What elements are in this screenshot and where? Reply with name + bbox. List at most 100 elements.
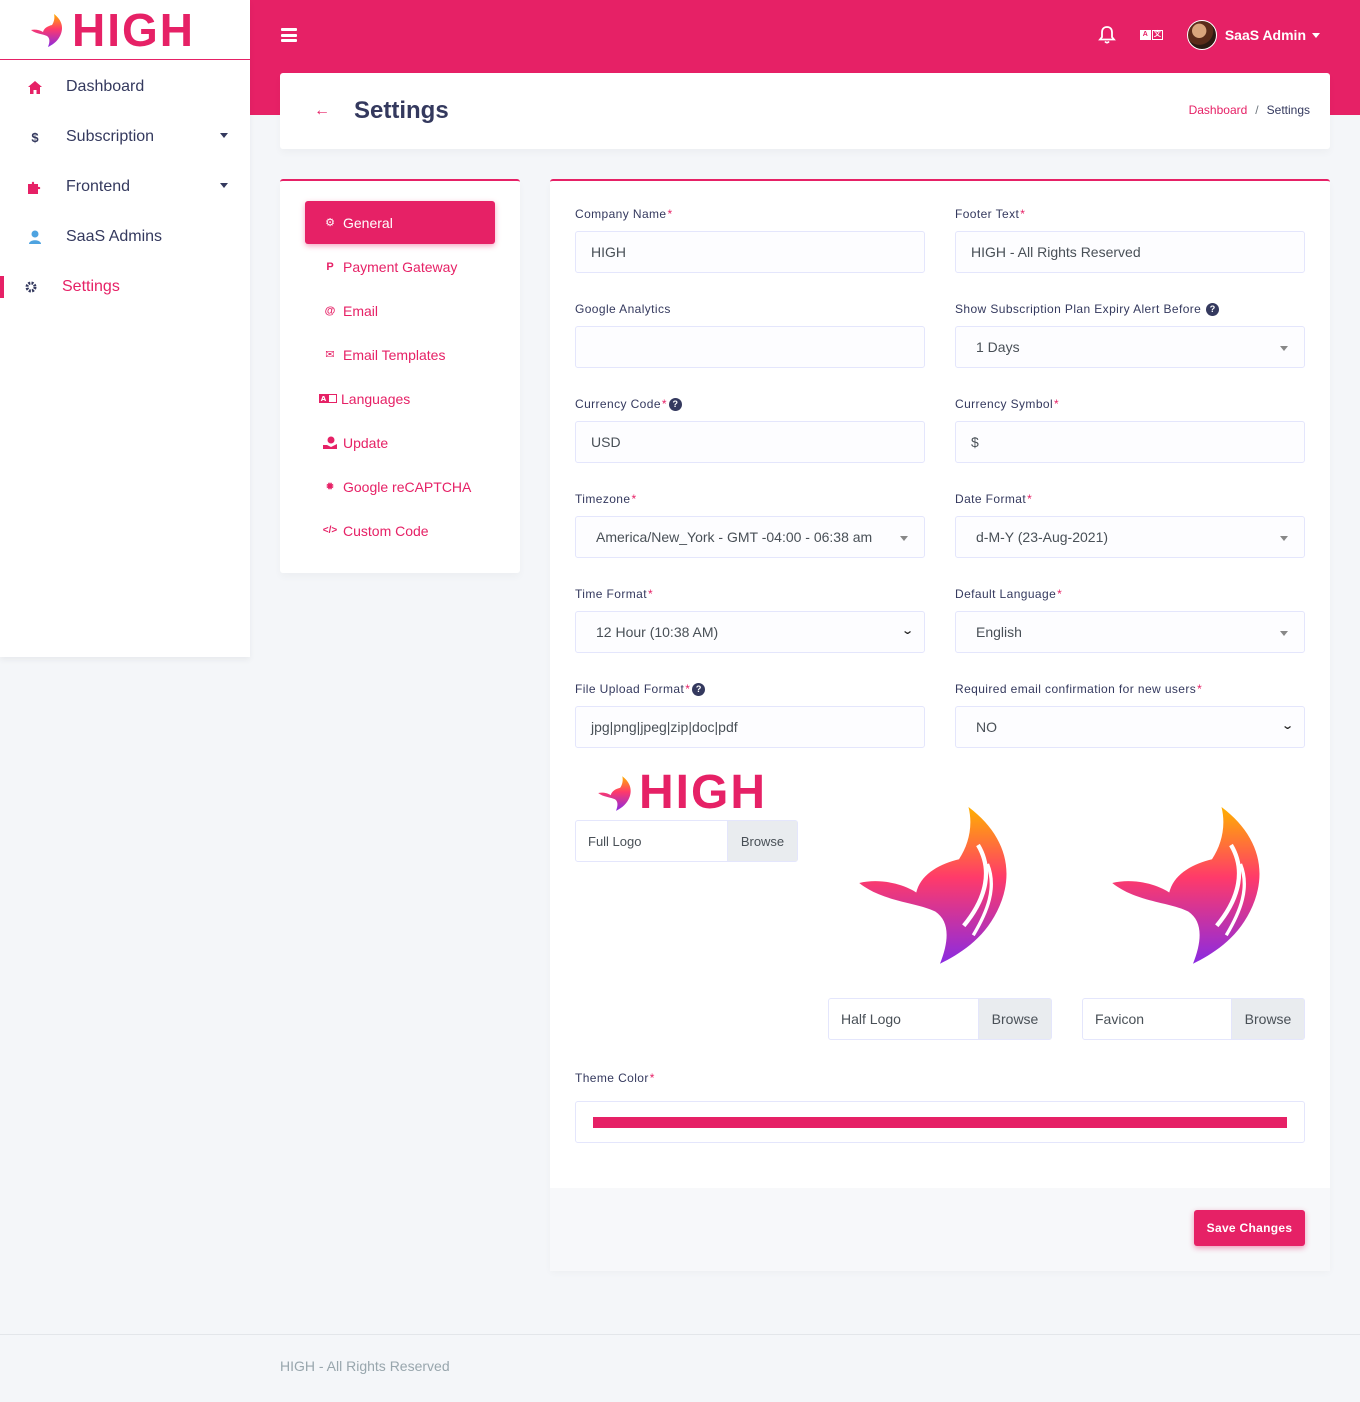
date-format-label: Date Format * (955, 492, 1033, 506)
settings-tab-label: Email (343, 302, 379, 319)
brand-logo[interactable]: HIGH (0, 0, 250, 60)
expiry-alert-select[interactable]: 1 Days (955, 326, 1305, 368)
puzzle-icon (28, 180, 42, 194)
notification-bell-icon[interactable] (1097, 25, 1116, 45)
date-format-select[interactable]: d-M-Y (23-Aug-2021) (955, 516, 1305, 558)
timezone-select[interactable]: America/New_York - GMT -04:00 - 06:38 am (575, 516, 925, 558)
breadcrumb-separator: / (1255, 103, 1259, 117)
sidebar-item-subscription[interactable]: $ Subscription (0, 112, 250, 162)
page-title: Settings (354, 97, 449, 124)
settings-tab-custom-code[interactable]: </> Custom Code (305, 509, 495, 552)
default-language-select[interactable]: English (955, 611, 1305, 653)
navbar-right: A文 SaaS Admin (1097, 18, 1320, 52)
brand-name: HIGH (72, 3, 195, 56)
cogs-icon: ⚙ (325, 217, 335, 229)
breadcrumb: Dashboard / Settings (1189, 103, 1310, 117)
full-logo-browse-button[interactable]: Browse (727, 821, 797, 861)
caret-down-icon (1312, 32, 1320, 38)
theme-color-label: Theme Color * (575, 1071, 655, 1085)
settings-tab-google-recaptcha[interactable]: ✹ Google reCAPTCHA (305, 465, 495, 508)
user-icon (28, 230, 42, 244)
favicon-file-input[interactable]: Favicon Browse (1082, 998, 1305, 1040)
time-format-select[interactable]: 12 Hour (10:38 AM) ⌄ (575, 611, 925, 653)
settings-tab-payment-gateway[interactable]: P Payment Gateway (305, 245, 495, 288)
back-arrow-icon[interactable]: ← (314, 103, 330, 119)
favicon-browse-button[interactable]: Browse (1231, 999, 1304, 1039)
settings-tab-languages[interactable]: A Languages (305, 377, 495, 420)
sidebar-item-label: Dashboard (66, 78, 145, 95)
sidebar-item-label: Settings (62, 278, 120, 295)
cog-icon (24, 280, 38, 294)
full-logo-label[interactable]: Full Logo (576, 821, 727, 861)
chevron-down-icon: ⌄ (900, 625, 914, 637)
avatar (1186, 20, 1217, 50)
user-dropdown[interactable]: SaaS Admin (1186, 20, 1320, 50)
full-logo-preview: HIGH (595, 769, 767, 817)
menu-toggle-icon[interactable] (281, 28, 297, 42)
google-analytics-input[interactable] (575, 326, 925, 368)
email-confirmation-label: Required email confirmation for new user… (955, 682, 1203, 696)
breadcrumb-current: Settings (1266, 103, 1310, 117)
mail-bulk-icon: ✉ (325, 349, 335, 361)
chevron-down-icon: ⌄ (1280, 720, 1294, 732)
sidebar-item-settings[interactable]: Settings (0, 262, 250, 312)
sidebar-item-label: SaaS Admins (66, 228, 163, 245)
caret-down-icon (220, 133, 228, 138)
sidebar-item-frontend[interactable]: Frontend (0, 162, 250, 212)
theme-color-picker[interactable] (575, 1101, 1305, 1143)
settings-tab-email-templates[interactable]: ✉ Email Templates (305, 333, 495, 376)
sidebar-item-dashboard[interactable]: Dashboard (0, 62, 250, 112)
footer-text-input[interactable]: HIGH - All Rights Reserved (955, 231, 1305, 273)
at-icon: @ (324, 304, 336, 317)
question-circle-icon[interactable]: ? (692, 682, 706, 696)
user-name: SaaS Admin (1224, 27, 1306, 43)
sidebar-item-label: Subscription (66, 128, 155, 145)
full-logo-text: HIGH (639, 766, 767, 819)
page-footer: HIGH - All Rights Reserved (0, 1334, 1360, 1402)
save-changes-button[interactable]: Save Changes (1194, 1210, 1305, 1246)
half-logo-file-input[interactable]: Half Logo Browse (828, 998, 1052, 1040)
favicon-label[interactable]: Favicon (1083, 999, 1231, 1039)
currency-code-input[interactable]: USD (575, 421, 925, 463)
settings-tab-label: Payment Gateway (343, 258, 458, 275)
phoenix-logo-icon (31, 13, 62, 47)
question-circle-icon[interactable]: ? (668, 397, 682, 411)
settings-tab-label: Custom Code (343, 522, 429, 539)
settings-tab-label: Languages (341, 390, 411, 407)
sidebar-item-saas-admins[interactable]: SaaS Admins (0, 212, 250, 262)
section-header: ← Settings Dashboard / Settings (280, 73, 1330, 149)
certificate-icon: ✹ (325, 481, 335, 493)
dropdown-arrow-icon (1280, 346, 1288, 351)
file-upload-format-input[interactable]: jpg|png|jpeg|zip|doc|pdf (575, 706, 925, 748)
settings-tab-general[interactable]: ⚙ General (305, 201, 495, 244)
expiry-alert-label: Show Subscription Plan Expiry Alert Befo… (955, 302, 1220, 316)
settings-tab-email[interactable]: @ Email (305, 289, 495, 332)
half-logo-label[interactable]: Half Logo (829, 999, 978, 1039)
theme-color-swatch (593, 1117, 1287, 1128)
google-analytics-label: Google Analytics (575, 302, 671, 316)
currency-symbol-input[interactable]: $ (955, 421, 1305, 463)
full-logo-file-input[interactable]: Full Logo Browse (575, 820, 798, 862)
sidebar: HIGH Dashboard $ Subscription Frontend S… (0, 0, 250, 657)
question-circle-icon[interactable]: ? (1206, 302, 1220, 316)
dropdown-arrow-icon (1280, 631, 1288, 636)
currency-symbol-label: Currency Symbol * (955, 397, 1060, 411)
language-switch-icon[interactable]: A文 (1139, 30, 1163, 40)
company-name-input[interactable]: HIGH (575, 231, 925, 273)
code-icon: </> (322, 525, 338, 536)
file-upload-format-label: File Upload Format *? (575, 682, 706, 696)
dropdown-arrow-icon (1280, 536, 1288, 541)
half-logo-browse-button[interactable]: Browse (978, 999, 1051, 1039)
settings-tab-update[interactable]: Update (305, 421, 495, 464)
settings-tab-label: Email Templates (343, 346, 446, 363)
time-format-label: Time Format * (575, 587, 654, 601)
sidebar-item-label: Frontend (66, 178, 131, 195)
language-icon: A (319, 392, 337, 406)
dollar-icon: $ (31, 129, 39, 145)
email-confirmation-select[interactable]: NO ⌄ (955, 706, 1305, 748)
company-name-label: Company Name * (575, 207, 673, 221)
favicon-preview (1112, 807, 1260, 964)
breadcrumb-dashboard-link[interactable]: Dashboard (1189, 103, 1248, 117)
footer-text-label: Footer Text * (955, 207, 1026, 221)
half-logo-preview (859, 807, 1007, 964)
